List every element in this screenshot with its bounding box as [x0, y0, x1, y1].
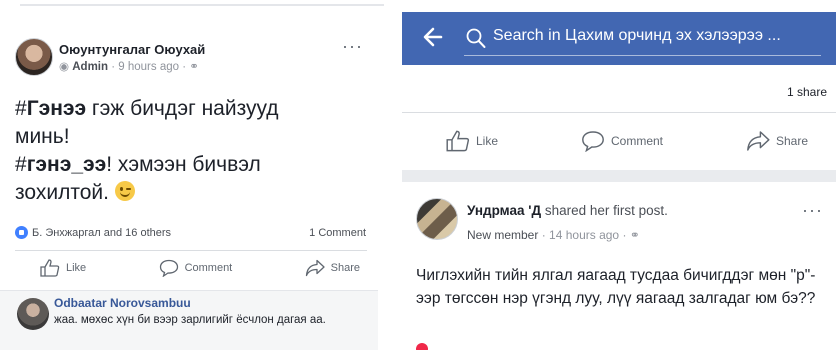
left-post-card: Оюунтунгалаг Оюухай ◉ Admin · 9 hours ag… — [0, 0, 384, 350]
reaction-names[interactable]: Б. Энхжаргал and 16 others — [32, 227, 171, 239]
like-icon — [446, 130, 470, 152]
share-label: Share — [775, 134, 808, 148]
search-input[interactable]: Search in Цахим орчинд эх хэлээрээ ... — [493, 27, 781, 45]
like-reaction-icon — [15, 226, 28, 239]
share-count[interactable]: 1 share — [787, 85, 827, 99]
commenter-name[interactable]: Odbaatar Norovsambuu — [54, 296, 191, 310]
comment-label: Comment — [184, 262, 233, 274]
post-text-part: гэж бичдэг найзууд — [86, 97, 279, 120]
search-underline — [464, 55, 821, 56]
like-label: Like — [66, 262, 87, 274]
post-time[interactable]: 14 hours ago — [549, 228, 619, 242]
member-role: New member — [467, 228, 539, 242]
more-options-icon[interactable]: ··· — [342, 36, 363, 57]
divider — [15, 250, 367, 251]
feed-separator — [402, 170, 836, 182]
wink-emoji-icon — [114, 181, 135, 201]
post-text-part: зохилтой. — [15, 181, 109, 204]
divider — [402, 112, 836, 113]
meta-separator: · — [622, 228, 627, 242]
search-icon — [466, 28, 486, 48]
comment-button[interactable]: Comment — [581, 130, 663, 152]
hashtag-symbol: # — [15, 97, 27, 120]
author-avatar[interactable] — [15, 38, 53, 76]
right-group-feed: Search in Цахим орчинд эх хэлээрээ ... 1… — [402, 12, 836, 350]
globe-icon: ⚭ — [629, 228, 640, 242]
like-label: Like — [476, 134, 499, 148]
action-bar: Like Comment Share — [446, 130, 808, 152]
action-text: shared her first post. — [541, 203, 668, 218]
post-time[interactable]: 9 hours ago — [118, 61, 179, 73]
divider — [20, 4, 384, 6]
post-text-part: ! хэмээн бичвэл — [106, 153, 261, 176]
post-header: Ундрмаа 'Д shared her first post. — [467, 203, 668, 218]
action-bar: Like Comment Share — [40, 259, 360, 277]
like-icon — [40, 259, 60, 277]
post-text: Чиглэхийн тийн ялгал яагаад тусдаа бичиг… — [416, 267, 816, 307]
like-button[interactable]: Like — [40, 259, 86, 277]
post-meta: New member · 14 hours ago · ⚭ — [467, 228, 640, 242]
member-role: Admin — [72, 61, 109, 73]
meta-separator: · — [111, 61, 116, 73]
admin-shield-icon: ◉ — [59, 61, 70, 73]
share-label: Share — [330, 262, 360, 274]
back-arrow-icon[interactable] — [423, 26, 443, 48]
share-button[interactable]: Share — [305, 259, 360, 277]
post-text-part: минь! — [15, 125, 70, 148]
share-button[interactable]: Share — [746, 130, 808, 152]
share-icon — [747, 131, 770, 151]
reaction-summary[interactable]: Б. Энхжаргал and 16 others — [15, 226, 171, 239]
author-name[interactable]: Ундрмаа 'Д — [467, 203, 541, 218]
comment-text: жаа. мөхөс хүн би вээр зарлигийг ёсчлон … — [54, 314, 326, 326]
post-meta: ◉ Admin · 9 hours ago · ⚭ — [59, 59, 199, 73]
comment-count[interactable]: 1 Comment — [309, 227, 366, 239]
comment-button[interactable]: Comment — [159, 259, 233, 277]
meta-separator: · — [182, 61, 187, 73]
commenter-avatar[interactable] — [17, 298, 49, 330]
meta-separator: · — [541, 228, 546, 242]
share-icon — [305, 259, 325, 277]
post-text: #Гэнээ гэж бичдэг найзууд минь! #гэнэ_ээ… — [15, 95, 375, 207]
comment-icon — [159, 259, 178, 277]
hashtag[interactable]: гэнэ_ээ — [27, 153, 107, 176]
author-avatar[interactable] — [416, 198, 458, 240]
hashtag-symbol: # — [15, 153, 27, 176]
comment-icon — [582, 131, 604, 152]
author-name[interactable]: Оюунтунгалаг Оюухай — [59, 42, 205, 57]
globe-icon: ⚭ — [189, 61, 199, 73]
like-button[interactable]: Like — [446, 130, 498, 152]
search-header: Search in Цахим орчинд эх хэлээрээ ... — [402, 12, 836, 65]
more-options-icon[interactable]: ··· — [802, 200, 823, 221]
reaction-icon — [416, 343, 428, 350]
hashtag[interactable]: Гэнээ — [27, 97, 86, 120]
comment-label: Comment — [610, 134, 663, 148]
